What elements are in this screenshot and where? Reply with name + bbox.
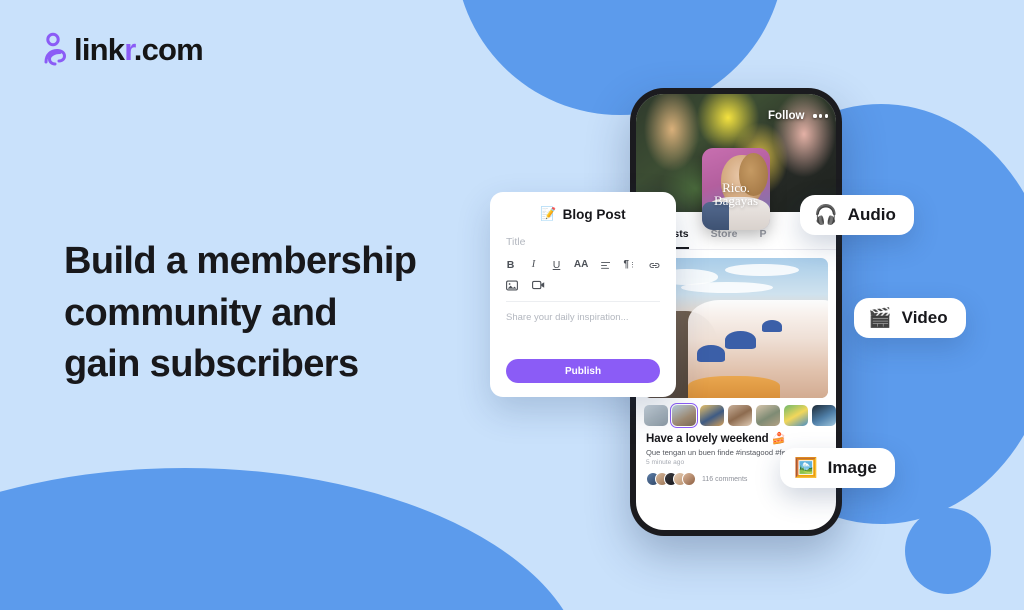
composer-title: Blog Post — [562, 206, 626, 222]
person-link-icon — [38, 32, 68, 66]
logo-text-part1: link — [74, 31, 125, 67]
tab-store[interactable]: Store — [711, 228, 738, 249]
formatting-toolbar: B I U AA ¶ ⋮ — [506, 259, 660, 271]
blog-body-input[interactable]: Share your daily inspiration... — [506, 312, 660, 323]
headline-line-1: Build a membership — [64, 240, 417, 282]
media-toolbar — [506, 279, 660, 302]
image-icon[interactable] — [506, 279, 518, 291]
blog-post-composer: 📝 Blog Post Title B I U AA ¶ ⋮ Share you… — [490, 192, 676, 397]
photo-cloud — [680, 281, 773, 293]
framed-picture-icon: 🖼️ — [794, 457, 818, 479]
feature-pill-image-label: Image — [827, 458, 877, 477]
photo-cloud — [724, 263, 799, 277]
background-circle — [905, 508, 991, 594]
memo-icon: 📝 — [540, 206, 557, 221]
underline-icon[interactable]: U — [552, 259, 561, 271]
profile-name-line2: Bagayas — [713, 193, 759, 209]
story-thumbnail-row — [636, 398, 836, 430]
headline-line-2: community and — [64, 291, 338, 334]
photo-dome — [761, 319, 782, 333]
logo-text-accent: r — [124, 31, 134, 67]
story-thumbnail[interactable] — [784, 405, 808, 426]
story-thumbnail[interactable] — [670, 403, 698, 428]
cover-actions: Follow — [768, 110, 828, 122]
logo-text-part2: .com — [133, 31, 204, 67]
more-options-icon[interactable] — [813, 114, 828, 118]
profile-avatar-card[interactable]: Rico. Bagayas — [702, 148, 770, 230]
headline-line-3: gain subscribers — [64, 343, 359, 386]
profile-name: Rico. Bagayas — [702, 181, 770, 208]
photo-dome — [724, 330, 757, 349]
feature-pill-video-label: Video — [901, 308, 948, 327]
logo-wordmark: linkr.com — [74, 31, 204, 67]
headphones-icon: 🎧 — [814, 204, 838, 226]
feature-pill-video[interactable]: 🎬 Video — [854, 298, 966, 338]
commenter-avatars — [646, 472, 696, 486]
publish-button[interactable]: Publish — [506, 359, 660, 383]
feature-pill-audio[interactable]: 🎧 Audio — [800, 195, 914, 235]
align-left-icon[interactable] — [601, 259, 611, 271]
site-logo[interactable]: linkr.com — [38, 31, 204, 67]
feature-pill-audio-label: Audio — [847, 205, 896, 224]
tab-third[interactable]: P — [759, 228, 766, 249]
blog-title-input[interactable]: Title — [506, 236, 660, 248]
profile-name-line1: Rico. — [722, 179, 750, 195]
promo-banner: linkr.com Build a membership community a… — [0, 0, 1024, 610]
story-thumbnail[interactable] — [700, 405, 724, 426]
story-thumbnail[interactable] — [812, 405, 836, 426]
video-icon[interactable] — [532, 279, 545, 291]
avatar — [682, 472, 696, 486]
font-size-icon[interactable]: AA — [574, 259, 588, 271]
story-thumbnail[interactable] — [756, 405, 780, 426]
comment-count: 116 comments — [702, 475, 748, 483]
post-title: Have a lovely weekend 🍰 — [646, 433, 786, 445]
story-thumbnail[interactable] — [644, 405, 668, 426]
link-icon[interactable] — [649, 259, 660, 271]
bold-icon[interactable]: B — [506, 259, 515, 271]
clapperboard-icon: 🎬 — [868, 307, 892, 329]
italic-icon[interactable]: I — [529, 259, 538, 271]
feature-pill-image[interactable]: 🖼️ Image — [780, 448, 895, 488]
photo-dome — [697, 344, 725, 362]
paragraph-icon[interactable]: ¶ ⋮ — [623, 259, 636, 271]
photo-foreground — [688, 375, 781, 398]
story-thumbnail[interactable] — [728, 405, 752, 426]
background-blob-bottom — [0, 468, 585, 610]
composer-header: 📝 Blog Post — [506, 206, 660, 222]
follow-button[interactable]: Follow — [768, 110, 804, 122]
hero-headline: Build a membership community and gain su… — [64, 236, 494, 391]
